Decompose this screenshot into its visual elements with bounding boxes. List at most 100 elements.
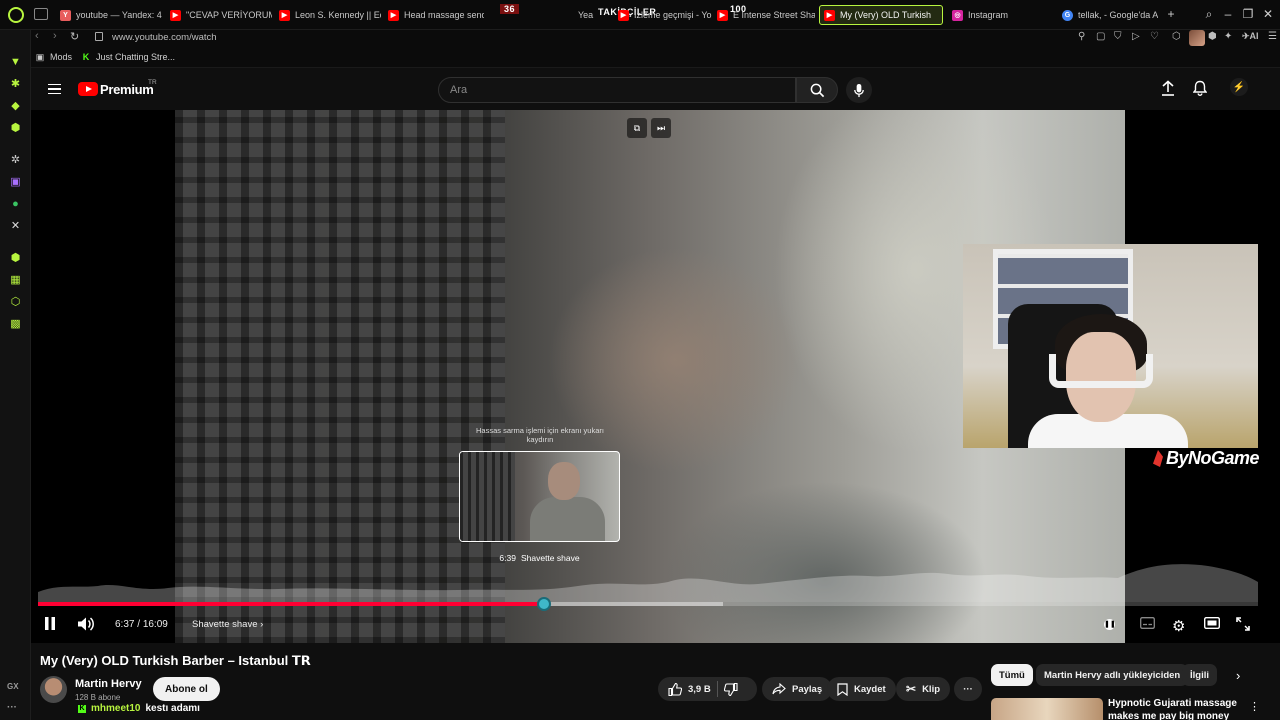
more-actions-button[interactable]: ··· [954, 677, 982, 701]
cube-icon[interactable]: ⬡ [1172, 31, 1181, 42]
url-field[interactable]: www.youtube.com/watch [112, 32, 217, 43]
save-label: Kaydet [854, 683, 886, 695]
heart-icon[interactable]: ♡ [1150, 31, 1159, 42]
pin-icon[interactable]: ⚲ [1078, 31, 1085, 42]
workspaces-icon[interactable] [34, 8, 48, 20]
gx-mods-icon[interactable]: ⬢ [8, 250, 23, 265]
tab-search-icon[interactable]: ⌕ [1201, 7, 1217, 22]
minimize-icon[interactable]: – [1220, 7, 1236, 21]
channel-avatar[interactable] [40, 676, 67, 703]
youtube-icon: ▶ [717, 9, 728, 21]
microphone-icon [854, 83, 864, 97]
tab-old-turkish-barber[interactable]: ▶ My (Very) OLD Turkish [819, 5, 943, 25]
tab-label: Head massage send [404, 10, 484, 20]
subscriber-count: 128 B abone [75, 693, 121, 702]
snapshot-icon[interactable]: ▢ [1096, 31, 1105, 42]
pause-button[interactable] [44, 617, 56, 630]
save-button[interactable]: Kaydet [827, 677, 896, 701]
tab-history[interactable]: ▶ İzleme geçmişi - You [604, 5, 712, 25]
tab-google[interactable]: G tellak, - Google'da Ara [1058, 5, 1158, 25]
menu-icon[interactable]: ☰ [1268, 31, 1277, 42]
bookmark-mods[interactable]: ▣ Mods [35, 52, 72, 63]
channel-name[interactable]: Martin Hervy [75, 678, 142, 690]
autoplay-toggle[interactable]: ❚❚ [1104, 619, 1116, 630]
maximize-icon[interactable]: ❐ [1240, 7, 1256, 21]
play-icon[interactable]: ▷ [1132, 31, 1140, 42]
extensions-icon[interactable]: ⬢ [1208, 31, 1217, 42]
search-button[interactable] [796, 77, 838, 103]
scrubber-handle[interactable] [537, 597, 551, 611]
share-button[interactable]: Paylaş [762, 677, 833, 701]
settings-button[interactable]: ⚙ HD [1172, 617, 1185, 635]
youtube-premium-logo[interactable]: Premium [100, 82, 154, 97]
youtube-logo-icon[interactable] [78, 82, 98, 96]
tab-head-massage[interactable]: ▶ Head massage send [384, 5, 484, 25]
vpn-icon[interactable]: ✦ [1224, 31, 1232, 42]
x-twitter-icon[interactable]: ✕ [8, 218, 23, 233]
watermark-text: ByNoGame [1166, 448, 1260, 468]
chatgpt-icon[interactable]: ✲ [8, 152, 23, 167]
account-avatar[interactable]: ⚡ [1230, 78, 1248, 96]
lock-icon[interactable] [95, 32, 103, 41]
gx-player-icon[interactable]: ◆ [8, 98, 23, 113]
gx-settings-icon[interactable]: ▩ [8, 316, 23, 331]
recommended-title[interactable]: Hypnotic Gujarati massage makes me pay b… [1108, 698, 1238, 720]
chip-all[interactable]: Tümü [991, 664, 1033, 686]
close-window-icon[interactable]: ✕ [1260, 7, 1276, 21]
guide-menu-icon[interactable] [48, 84, 61, 94]
chapter-button[interactable]: Shavette shave › [192, 619, 263, 630]
video-player[interactable]: ⧉ ⏭ ByNoGame Hassas sarma işlemi için ek… [31, 110, 1280, 643]
chevron-right-icon[interactable]: › [1236, 668, 1240, 683]
mute-button[interactable] [78, 617, 94, 631]
sidebar-more-icon[interactable]: ··· [7, 702, 17, 713]
gx-control-icon[interactable]: ▼ [8, 54, 23, 69]
volume-icon [78, 617, 94, 631]
thumbs-up-icon [668, 682, 682, 696]
subtitles-button[interactable] [1140, 617, 1155, 629]
subscribe-button[interactable]: Abone ol [153, 677, 220, 701]
chat-message: kestı adamı [145, 703, 200, 714]
player-controls: 6:37 / 16:09 Shavette shave › ❚❚ ⚙ HD [31, 610, 1280, 643]
gx-corner-icon[interactable]: ✱ [8, 76, 23, 91]
forward-icon[interactable]: › [53, 30, 57, 42]
shield-icon[interactable]: ⛉ [1114, 31, 1122, 42]
like-button[interactable]: 3,9 B [668, 682, 711, 696]
search-input[interactable]: Ara [438, 77, 796, 103]
recommended-thumbnail[interactable] [991, 698, 1103, 720]
whatsapp-icon[interactable]: ● [8, 196, 23, 211]
progress-bar[interactable] [38, 597, 1258, 611]
fullscreen-icon [1236, 617, 1250, 631]
gx-cleaner-icon[interactable]: ⬢ [8, 120, 23, 135]
gx-hotkeys-icon[interactable]: ⬡ [8, 294, 23, 309]
chip-uploader[interactable]: Martin Hervy adlı yükleyiciden [1036, 664, 1189, 686]
tab-yea[interactable]: Yea [574, 5, 600, 25]
tab-yandex[interactable]: Y youtube — Yandex: 4 [56, 5, 164, 25]
chip-related[interactable]: İlgili [1182, 664, 1217, 686]
profile-avatar[interactable] [1189, 30, 1205, 46]
reload-icon[interactable]: ↻ [70, 30, 79, 43]
chat-username: mhmeet10 [91, 703, 141, 714]
next-video-icon[interactable]: ⏭ [651, 118, 671, 138]
upload-icon[interactable] [1161, 80, 1175, 96]
gx-games-icon[interactable]: ▦ [8, 272, 23, 287]
miniplayer-icon[interactable]: ⧉ [627, 118, 647, 138]
clip-button[interactable]: ✂ Klip [896, 677, 951, 701]
aria-ai-button[interactable]: ✈AI [1242, 31, 1259, 42]
tab-instagram[interactable]: ◎ Instagram [948, 5, 1048, 25]
theater-mode-button[interactable] [1204, 617, 1220, 629]
tab-street-shave[interactable]: ▶ E Intense Street Sha [713, 5, 815, 25]
fullscreen-button[interactable] [1236, 617, 1250, 631]
opera-logo-icon[interactable] [8, 7, 24, 23]
bookmark-just-chatting[interactable]: K Just Chatting Stre... [81, 52, 175, 62]
brand-flame-icon [1153, 450, 1163, 467]
back-icon[interactable]: ‹ [35, 30, 39, 42]
more-vertical-icon[interactable]: ⋮ [1249, 700, 1260, 713]
new-tab-button[interactable]: + [1163, 7, 1179, 21]
voice-search-button[interactable] [846, 77, 872, 103]
tab-cevap[interactable]: ▶ "CEVAP VERİYORUM [166, 5, 272, 25]
tab-leon[interactable]: ▶ Leon S. Kennedy || Ed [275, 5, 381, 25]
like-count: 3,9 B [688, 683, 711, 695]
notifications-icon[interactable] [1193, 80, 1207, 96]
thumbs-down-icon[interactable] [723, 682, 738, 696]
twitch-icon[interactable]: ▣ [8, 174, 23, 189]
